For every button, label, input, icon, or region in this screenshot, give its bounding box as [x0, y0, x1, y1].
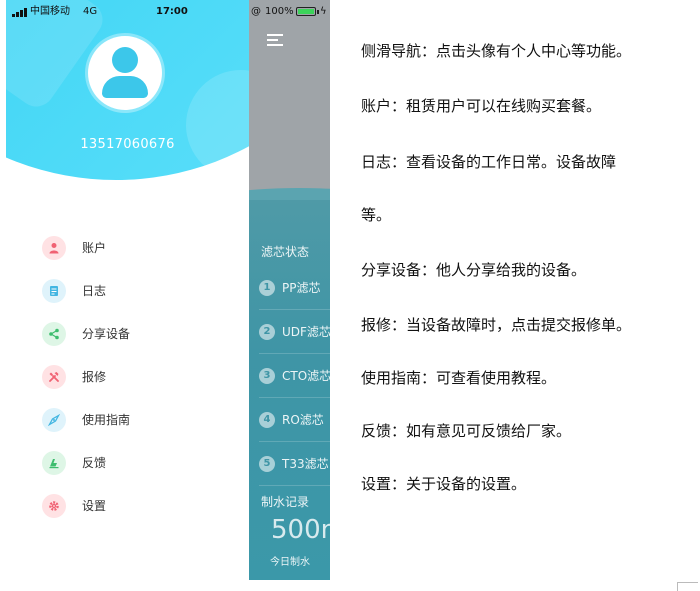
- user-icon: [42, 235, 66, 260]
- filter-number: 3: [259, 367, 275, 384]
- status-bar: 中国移动 4G 17:00: [6, 0, 249, 24]
- menu-item-label: 分享设备: [82, 327, 131, 341]
- filter-status-title: 滤芯状态: [261, 245, 310, 259]
- description-line: 账户：租赁用户可以在线购买套餐。: [361, 97, 602, 115]
- carrier-label: 中国移动: [30, 6, 70, 17]
- water-record-title: 制水记录: [261, 495, 310, 509]
- description-line: 分享设备：他人分享给我的设备。: [361, 261, 587, 279]
- drawer-header: 中国移动 4G 17:00 13517060676: [6, 0, 249, 185]
- menu-item-label: 日志: [82, 284, 107, 298]
- filter-item[interactable]: 3 CTO滤芯: [259, 354, 330, 398]
- menu-item-share-device[interactable]: 分享设备: [42, 312, 130, 355]
- filter-number: 1: [259, 279, 275, 296]
- filter-name: CTO滤芯: [282, 369, 330, 383]
- menu-item-user-guide[interactable]: 使用指南: [42, 398, 130, 441]
- phone-number: 13517060676: [80, 137, 175, 152]
- feedback-icon: [42, 450, 66, 475]
- menu-item-settings[interactable]: 设置: [42, 484, 130, 527]
- menu-item-label: 报修: [82, 370, 107, 384]
- avatar-user-icon: [112, 47, 138, 73]
- signal-icon: [12, 8, 28, 17]
- menu-item-account[interactable]: 账户: [42, 226, 130, 269]
- filter-item[interactable]: 1 PP滤芯: [259, 266, 330, 310]
- compass-icon: [42, 407, 66, 432]
- side-drawer: 中国移动 4G 17:00 13517060676 账户 日志 分享设备 报修 …: [6, 0, 249, 580]
- menu-item-log[interactable]: 日志: [42, 269, 130, 312]
- filter-name: PP滤芯: [282, 281, 321, 295]
- battery-icon: [296, 7, 319, 16]
- menu-item-feedback[interactable]: 反馈: [42, 441, 130, 484]
- clock: 17:00: [156, 6, 188, 17]
- network-label: 4G: [83, 6, 98, 17]
- menu-item-repair[interactable]: 报修: [42, 355, 130, 398]
- status-bar-right: @100%: [251, 0, 294, 24]
- description-line: 反馈：如有意见可反馈给厂家。: [361, 422, 572, 440]
- menu-item-label: 使用指南: [82, 413, 131, 427]
- repair-icon: [42, 364, 66, 389]
- filter-name: T33滤芯: [282, 457, 329, 471]
- drawer-menu: 账户 日志 分享设备 报修 使用指南 反馈 设置: [42, 226, 130, 527]
- page-corner-mark: [677, 582, 698, 591]
- filter-number: 5: [259, 455, 275, 472]
- water-record-caption: 今日制水: [270, 557, 310, 568]
- description-line: 侧滑导航：点击头像有个人中心等功能。: [361, 42, 632, 60]
- menu-item-label: 设置: [82, 499, 107, 513]
- water-record-value: 500ml: [271, 515, 330, 545]
- gear-icon: [42, 493, 66, 518]
- description-line: 使用指南：可查看使用教程。: [361, 369, 557, 387]
- description-line: 报修：当设备故障时，点击提交报修单。: [361, 316, 632, 334]
- log-icon: [42, 278, 66, 303]
- description-line: 设置：关于设备的设置。: [361, 475, 527, 493]
- filter-number: 2: [259, 323, 275, 340]
- menu-item-label: 账户: [82, 241, 107, 255]
- menu-icon[interactable]: [267, 34, 283, 46]
- filter-list: 1 PP滤芯 2 UDF滤芯 3 CTO滤芯 4 RO滤芯 5 T33滤芯: [259, 266, 330, 486]
- filter-item[interactable]: 4 RO滤芯: [259, 398, 330, 442]
- filter-name: RO滤芯: [282, 413, 324, 427]
- description-line: 等。: [361, 206, 392, 224]
- avatar[interactable]: [88, 36, 162, 110]
- filter-item[interactable]: 5 T33滤芯: [259, 442, 330, 486]
- main-screen-overlay[interactable]: @100% ϟ 滤芯状态 1 PP滤芯 2 UDF滤芯 3 CTO滤芯 4 RO…: [249, 0, 330, 580]
- filter-number: 4: [259, 411, 275, 428]
- share-icon: [42, 321, 66, 346]
- menu-item-label: 反馈: [82, 456, 107, 470]
- filter-name: UDF滤芯: [282, 325, 330, 339]
- charging-icon: ϟ: [320, 6, 327, 17]
- filter-item[interactable]: 2 UDF滤芯: [259, 310, 330, 354]
- location-icon: @: [251, 6, 261, 17]
- description-line: 日志：查看设备的工作日常。设备故障: [361, 153, 617, 171]
- battery-percent: 100%: [265, 6, 294, 17]
